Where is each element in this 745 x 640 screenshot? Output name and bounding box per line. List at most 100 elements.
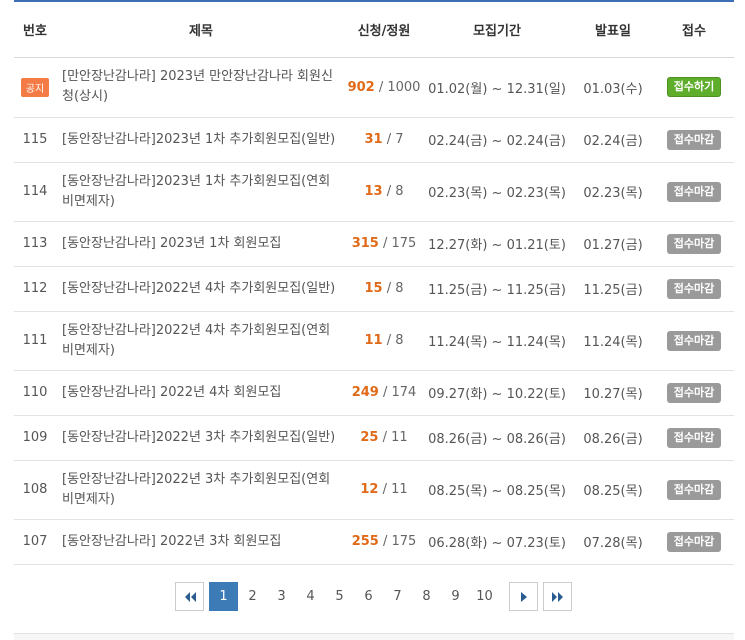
page-1-button[interactable]: 1	[209, 582, 238, 611]
recruit-period: 11.25(금) ~ 11.25(금)	[422, 266, 572, 312]
header-status: 접수	[654, 0, 734, 58]
double-chevron-left-icon	[184, 591, 196, 602]
applied-count: 25	[360, 430, 379, 445]
announce-date: 08.25(목)	[572, 460, 654, 520]
page-4-button[interactable]: 4	[296, 582, 325, 611]
page-5-button[interactable]: 5	[325, 582, 354, 611]
applied-count: 315	[351, 236, 379, 251]
row-title-link[interactable]: [동안장난감나라] 2022년 4차 회원모집	[56, 370, 346, 416]
capacity-count: / 11	[378, 482, 408, 497]
applicant-count: 902 / 1000	[346, 57, 422, 118]
table-row[interactable]: 112 [동안장난감나라]2022년 4차 추가회원모집(일반) 15 / 8 11.…	[14, 266, 734, 312]
closed-button: 접수마감	[667, 531, 721, 552]
first-page-button[interactable]	[175, 582, 204, 611]
page-2-button[interactable]: 2	[238, 582, 267, 611]
capacity-count: / 175	[378, 236, 417, 251]
applicant-count: 12 / 11	[346, 460, 422, 520]
status-cell: 접수마감	[654, 221, 734, 267]
page-7-button[interactable]: 7	[383, 582, 412, 611]
capacity-count: / 11	[378, 430, 408, 445]
header-announce: 발표일	[572, 0, 654, 58]
recruit-period: 02.24(금) ~ 02.24(금)	[422, 117, 572, 163]
status-cell: 접수마감	[654, 370, 734, 416]
announce-date: 01.03(수)	[572, 57, 654, 118]
status-cell: 접수하기	[654, 57, 734, 118]
capacity-count: / 8	[382, 184, 404, 199]
applied-count: 13	[364, 184, 383, 199]
recruitment-table: 번호 제목 신청/정원 모집기간 발표일 접수 공지 [만안장난감나라] 2023…	[14, 0, 734, 565]
recruit-period: 01.02(월) ~ 12.31(일)	[422, 57, 572, 118]
recruitment-board: 번호 제목 신청/정원 모집기간 발표일 접수 공지 [만안장난감나라] 2023…	[14, 0, 734, 565]
row-number: 115	[14, 117, 56, 163]
capacity-count: / 174	[378, 385, 417, 400]
recruit-period: 02.23(목) ~ 02.23(목)	[422, 162, 572, 222]
row-number: 107	[14, 519, 56, 565]
table-row[interactable]: 111 [동안장난감나라]2022년 4차 추가회원모집(연회비면제자) 11 / …	[14, 311, 734, 371]
capacity-count: / 8	[382, 281, 404, 296]
row-title-link[interactable]: [동안장난감나라] 2023년 1차 회원모집	[56, 221, 346, 267]
announce-date: 07.28(목)	[572, 519, 654, 565]
closed-button: 접수마감	[667, 278, 721, 299]
status-cell: 접수마감	[654, 266, 734, 312]
notice-cell: 공지	[14, 57, 56, 118]
page-8-button[interactable]: 8	[412, 582, 441, 611]
applicant-count: 15 / 8	[346, 266, 422, 312]
last-page-button[interactable]	[543, 582, 572, 611]
header-period: 모집기간	[422, 0, 572, 58]
status-cell: 접수마감	[654, 162, 734, 222]
applicant-count: 249 / 174	[346, 370, 422, 416]
recruit-period: 12.27(화) ~ 01.21(토)	[422, 221, 572, 267]
capacity-count: / 175	[378, 534, 417, 549]
announce-date: 01.27(금)	[572, 221, 654, 267]
announce-date: 02.24(금)	[572, 117, 654, 163]
announce-date: 10.27(목)	[572, 370, 654, 416]
page-9-button[interactable]: 9	[441, 582, 470, 611]
row-title-link[interactable]: [동안장난감나라] 2022년 3차 회원모집	[56, 519, 346, 565]
row-title-link[interactable]: [동안장난감나라]2023년 1차 추가회원모집(일반)	[56, 117, 346, 163]
table-row[interactable]: 107 [동안장난감나라] 2022년 3차 회원모집 255 / 175 06.28…	[14, 519, 734, 565]
row-number: 110	[14, 370, 56, 416]
row-number: 114	[14, 162, 56, 222]
row-number: 109	[14, 415, 56, 461]
announce-date: 11.24(목)	[572, 311, 654, 371]
table-row[interactable]: 110 [동안장난감나라] 2022년 4차 회원모집 249 / 174 09.27…	[14, 370, 734, 416]
status-cell: 접수마감	[654, 311, 734, 371]
applicant-count: 13 / 8	[346, 162, 422, 222]
double-chevron-right-icon	[551, 591, 563, 602]
apply-button[interactable]: 접수하기	[667, 77, 721, 97]
page-6-button[interactable]: 6	[354, 582, 383, 611]
capacity-count: / 8	[382, 333, 404, 348]
row-title-link[interactable]: [동안장난감나라]2022년 3차 추가회원모집(일반)	[56, 415, 346, 461]
closed-button: 접수마감	[667, 330, 721, 351]
row-title-link[interactable]: [만안장난감나라] 2023년 만안장난감나라 회원신청(상시)	[56, 57, 346, 118]
table-row[interactable]: 115 [동안장난감나라]2023년 1차 추가회원모집(일반) 31 / 7 02.…	[14, 117, 734, 163]
row-title-link[interactable]: [동안장난감나라]2022년 4차 추가회원모집(연회비면제자)	[56, 311, 346, 371]
row-number: 111	[14, 311, 56, 371]
header-count: 신청/정원	[346, 0, 422, 58]
row-number: 108	[14, 460, 56, 520]
announce-date: 11.25(금)	[572, 266, 654, 312]
table-row[interactable]: 113 [동안장난감나라] 2023년 1차 회원모집 315 / 175 12.27…	[14, 221, 734, 267]
table-row[interactable]: 108 [동안장난감나라]2022년 3차 추가회원모집(연회비면제자) 12 / …	[14, 460, 734, 520]
applied-count: 12	[360, 482, 379, 497]
status-cell: 접수마감	[654, 415, 734, 461]
applied-count: 249	[351, 385, 379, 400]
row-title-link[interactable]: [동안장난감나라]2022년 3차 추가회원모집(연회비면제자)	[56, 460, 346, 520]
closed-button: 접수마감	[667, 479, 721, 500]
applied-count: 31	[364, 132, 383, 147]
recruit-period: 08.26(금) ~ 08.26(금)	[422, 415, 572, 461]
table-row[interactable]: 114 [동안장난감나라]2023년 1차 추가회원모집(연회비면제자) 13 / …	[14, 162, 734, 222]
applied-count: 15	[364, 281, 383, 296]
row-title-link[interactable]: [동안장난감나라]2023년 1차 추가회원모집(연회비면제자)	[56, 162, 346, 222]
table-row[interactable]: 공지 [만안장난감나라] 2023년 만안장난감나라 회원신청(상시) 902 / …	[14, 57, 734, 118]
table-row[interactable]: 109 [동안장난감나라]2022년 3차 추가회원모집(일반) 25 / 11 08…	[14, 415, 734, 461]
page-3-button[interactable]: 3	[267, 582, 296, 611]
closed-button: 접수마감	[667, 181, 721, 202]
row-title-link[interactable]: [동안장난감나라]2022년 4차 추가회원모집(일반)	[56, 266, 346, 312]
pagination: 1 2 3 4 5 6 7 8 9 10	[175, 581, 572, 612]
page-10-button[interactable]: 10	[470, 582, 499, 611]
closed-button: 접수마감	[667, 427, 721, 448]
status-cell: 접수마감	[654, 519, 734, 565]
status-cell: 접수마감	[654, 117, 734, 163]
next-page-button[interactable]	[509, 582, 538, 611]
